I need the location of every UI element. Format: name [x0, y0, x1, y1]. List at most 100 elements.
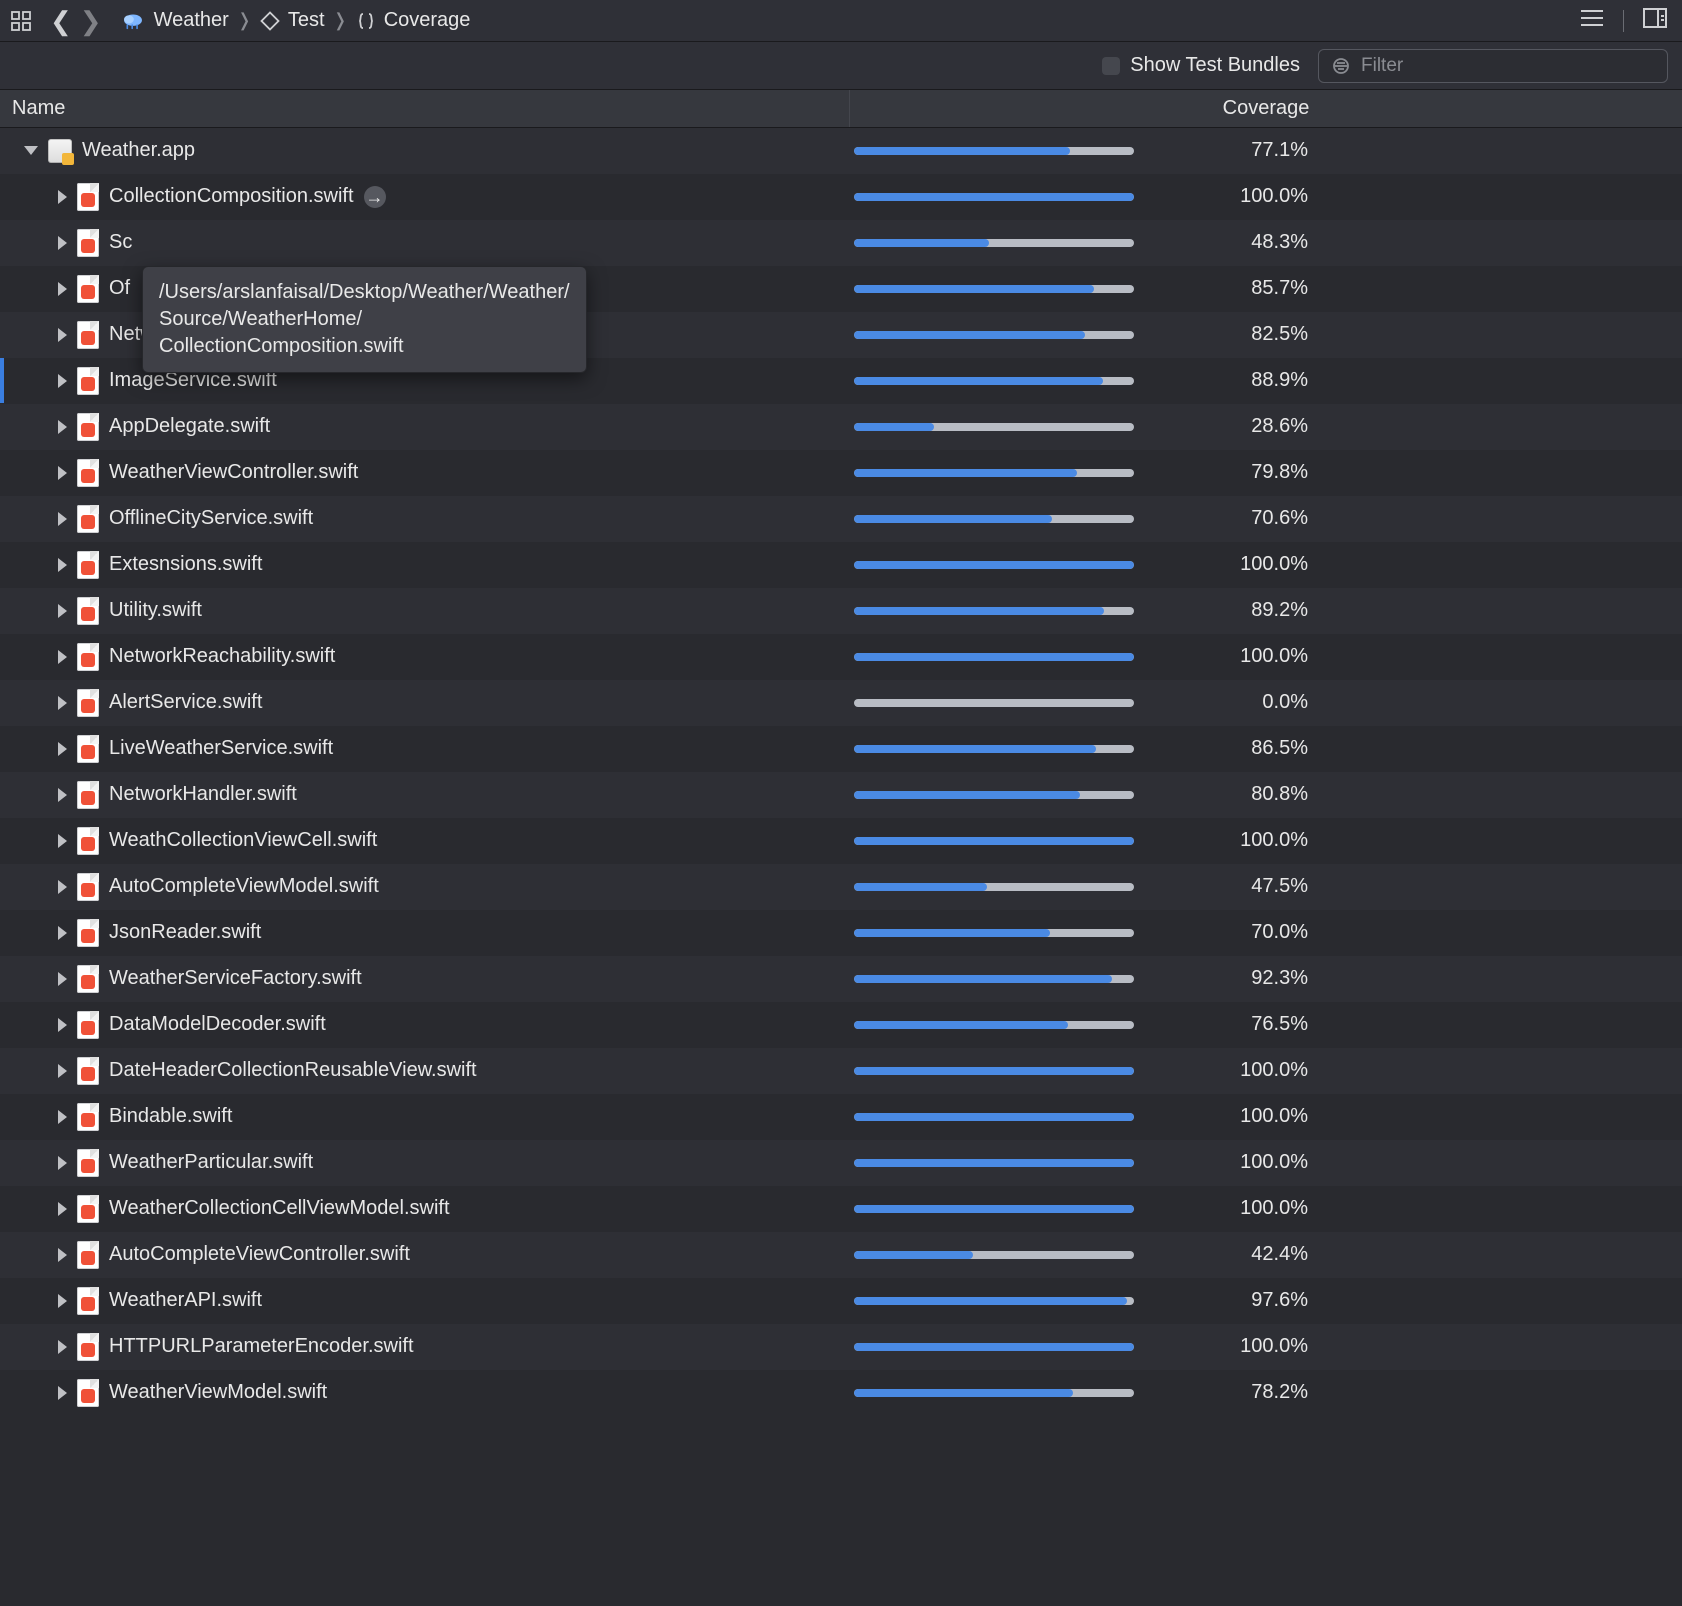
coverage-pct: 86.5%	[1168, 737, 1308, 760]
filter-bar: Show Test Bundles	[0, 42, 1682, 90]
coverage-file-row[interactable]: AutoCompleteViewController.swift 42.4%	[0, 1232, 1682, 1278]
related-items-icon[interactable]	[10, 10, 32, 32]
row-name: WeatherServiceFactory.swift	[109, 967, 362, 990]
breadcrumb: Weather ❭ Test ❭ Coverage	[120, 8, 471, 34]
list-view-icon[interactable]	[1579, 7, 1605, 35]
disclosure-triangle-icon[interactable]	[58, 788, 67, 802]
coverage-file-row[interactable]: JsonReader.swift 70.0%	[0, 910, 1682, 956]
toggle-sidebar-icon[interactable]	[1642, 7, 1668, 35]
row-name: OfflineCityService.swift	[109, 507, 313, 530]
disclosure-triangle-icon[interactable]	[58, 1064, 67, 1078]
app-icon	[48, 139, 72, 163]
disclosure-triangle-icon[interactable]	[58, 1202, 67, 1216]
coverage-pct: 80.8%	[1168, 783, 1308, 806]
disclosure-triangle-icon[interactable]	[58, 558, 67, 572]
disclosure-triangle-icon[interactable]	[58, 834, 67, 848]
coverage-file-row[interactable]: Extesnsions.swift 100.0%	[0, 542, 1682, 588]
breadcrumb-coverage[interactable]: Coverage	[356, 9, 471, 32]
disclosure-triangle-icon[interactable]	[58, 604, 67, 618]
coverage-file-row[interactable]: WeatherCollectionCellViewModel.swift 100…	[0, 1186, 1682, 1232]
coverage-bar	[854, 1067, 1134, 1075]
filter-icon	[1331, 56, 1351, 76]
row-name: WeathCollectionViewCell.swift	[109, 829, 377, 852]
row-name: LiveWeatherService.swift	[109, 737, 333, 760]
disclosure-triangle-icon[interactable]	[58, 880, 67, 894]
disclosure-triangle-icon[interactable]	[58, 190, 67, 204]
coverage-file-row[interactable]: OfflineCityService.swift 70.6%	[0, 496, 1682, 542]
disclosure-triangle-icon[interactable]	[58, 926, 67, 940]
disclosure-triangle-icon[interactable]	[58, 1018, 67, 1032]
swift-file-icon	[77, 689, 99, 717]
coverage-bar	[854, 791, 1134, 799]
toolbar-divider	[1623, 10, 1624, 32]
disclosure-triangle-icon[interactable]	[58, 466, 67, 480]
coverage-file-row[interactable]: WeatherViewModel.swift 78.2%	[0, 1370, 1682, 1416]
coverage-file-row[interactable]: NetworkHandler.swift 80.8%	[0, 772, 1682, 818]
disclosure-triangle-icon[interactable]	[58, 1110, 67, 1124]
nav-forward-button[interactable]: ❯	[80, 8, 102, 34]
coverage-file-row[interactable]: WeathCollectionViewCell.swift 100.0%	[0, 818, 1682, 864]
column-name[interactable]: Name	[0, 90, 850, 127]
coverage-file-row[interactable]: Sc 48.3%	[0, 220, 1682, 266]
diamond-icon	[260, 11, 280, 31]
coverage-file-row[interactable]: AlertService.swift 0.0%	[0, 680, 1682, 726]
coverage-bar	[854, 837, 1134, 845]
disclosure-triangle-icon[interactable]	[58, 420, 67, 434]
coverage-file-row[interactable]: AppDelegate.swift 28.6%	[0, 404, 1682, 450]
disclosure-triangle-icon[interactable]	[58, 282, 67, 296]
swift-file-icon	[77, 1011, 99, 1039]
disclosure-triangle-icon[interactable]	[58, 1248, 67, 1262]
filter-input[interactable]	[1361, 55, 1655, 77]
disclosure-triangle-icon[interactable]	[58, 1386, 67, 1400]
coverage-file-row[interactable]: LiveWeatherService.swift 86.5%	[0, 726, 1682, 772]
coverage-file-row[interactable]: Bindable.swift 100.0%	[0, 1094, 1682, 1140]
coverage-pct: 70.6%	[1168, 507, 1308, 530]
coverage-pct: 47.5%	[1168, 875, 1308, 898]
coverage-file-row[interactable]: WeatherServiceFactory.swift 92.3%	[0, 956, 1682, 1002]
coverage-file-row[interactable]: CollectionComposition.swift → 100.0%	[0, 174, 1682, 220]
nav-back-button[interactable]: ❮	[50, 8, 72, 34]
swift-file-icon	[77, 597, 99, 625]
row-name: NetworkHandler.swift	[109, 783, 297, 806]
coverage-file-row[interactable]: AutoCompleteViewModel.swift 47.5%	[0, 864, 1682, 910]
swift-file-icon	[77, 367, 99, 395]
show-test-bundles-toggle[interactable]: Show Test Bundles	[1102, 54, 1300, 77]
coverage-file-row[interactable]: DateHeaderCollectionReusableView.swift 1…	[0, 1048, 1682, 1094]
filter-field[interactable]	[1318, 49, 1668, 83]
disclosure-triangle-icon[interactable]	[58, 1294, 67, 1308]
tooltip-line: CollectionComposition.swift	[159, 333, 570, 360]
coverage-bar	[854, 1389, 1134, 1397]
disclosure-triangle-icon[interactable]	[58, 236, 67, 250]
coverage-file-row[interactable]: Utility.swift 89.2%	[0, 588, 1682, 634]
row-name: DataModelDecoder.swift	[109, 1013, 326, 1036]
coverage-bar	[854, 239, 1134, 247]
breadcrumb-project[interactable]: Weather	[120, 8, 229, 34]
row-name: Bindable.swift	[109, 1105, 232, 1128]
coverage-file-row[interactable]: WeatherParticular.swift 100.0%	[0, 1140, 1682, 1186]
column-coverage[interactable]: Coverage	[850, 90, 1682, 127]
disclosure-triangle-icon[interactable]	[58, 512, 67, 526]
disclosure-triangle-icon[interactable]	[58, 972, 67, 986]
swift-file-icon	[77, 643, 99, 671]
disclosure-triangle-icon[interactable]	[58, 328, 67, 342]
coverage-file-row[interactable]: NetworkReachability.swift 100.0%	[0, 634, 1682, 680]
coverage-pct: 85.7%	[1168, 277, 1308, 300]
disclosure-triangle-icon[interactable]	[58, 374, 67, 388]
coverage-file-row[interactable]: DataModelDecoder.swift 76.5%	[0, 1002, 1682, 1048]
coverage-root-row[interactable]: Weather.app 77.1%	[0, 128, 1682, 174]
disclosure-triangle-icon[interactable]	[58, 1340, 67, 1354]
coverage-file-row[interactable]: WeatherViewController.swift 79.8%	[0, 450, 1682, 496]
checkbox-icon	[1102, 57, 1120, 75]
disclosure-triangle-icon[interactable]	[58, 1156, 67, 1170]
disclosure-triangle-icon[interactable]	[58, 696, 67, 710]
disclosure-triangle-icon[interactable]	[58, 650, 67, 664]
disclosure-triangle-icon[interactable]	[24, 146, 38, 155]
breadcrumb-test[interactable]: Test	[260, 9, 325, 32]
disclosure-triangle-icon[interactable]	[58, 742, 67, 756]
swift-file-icon	[77, 551, 99, 579]
coverage-pct: 100.0%	[1168, 185, 1308, 208]
coverage-file-row[interactable]: WeatherAPI.swift 97.6%	[0, 1278, 1682, 1324]
coverage-pct: 82.5%	[1168, 323, 1308, 346]
coverage-file-row[interactable]: HTTPURLParameterEncoder.swift 100.0%	[0, 1324, 1682, 1370]
go-to-file-icon[interactable]: →	[364, 186, 386, 208]
